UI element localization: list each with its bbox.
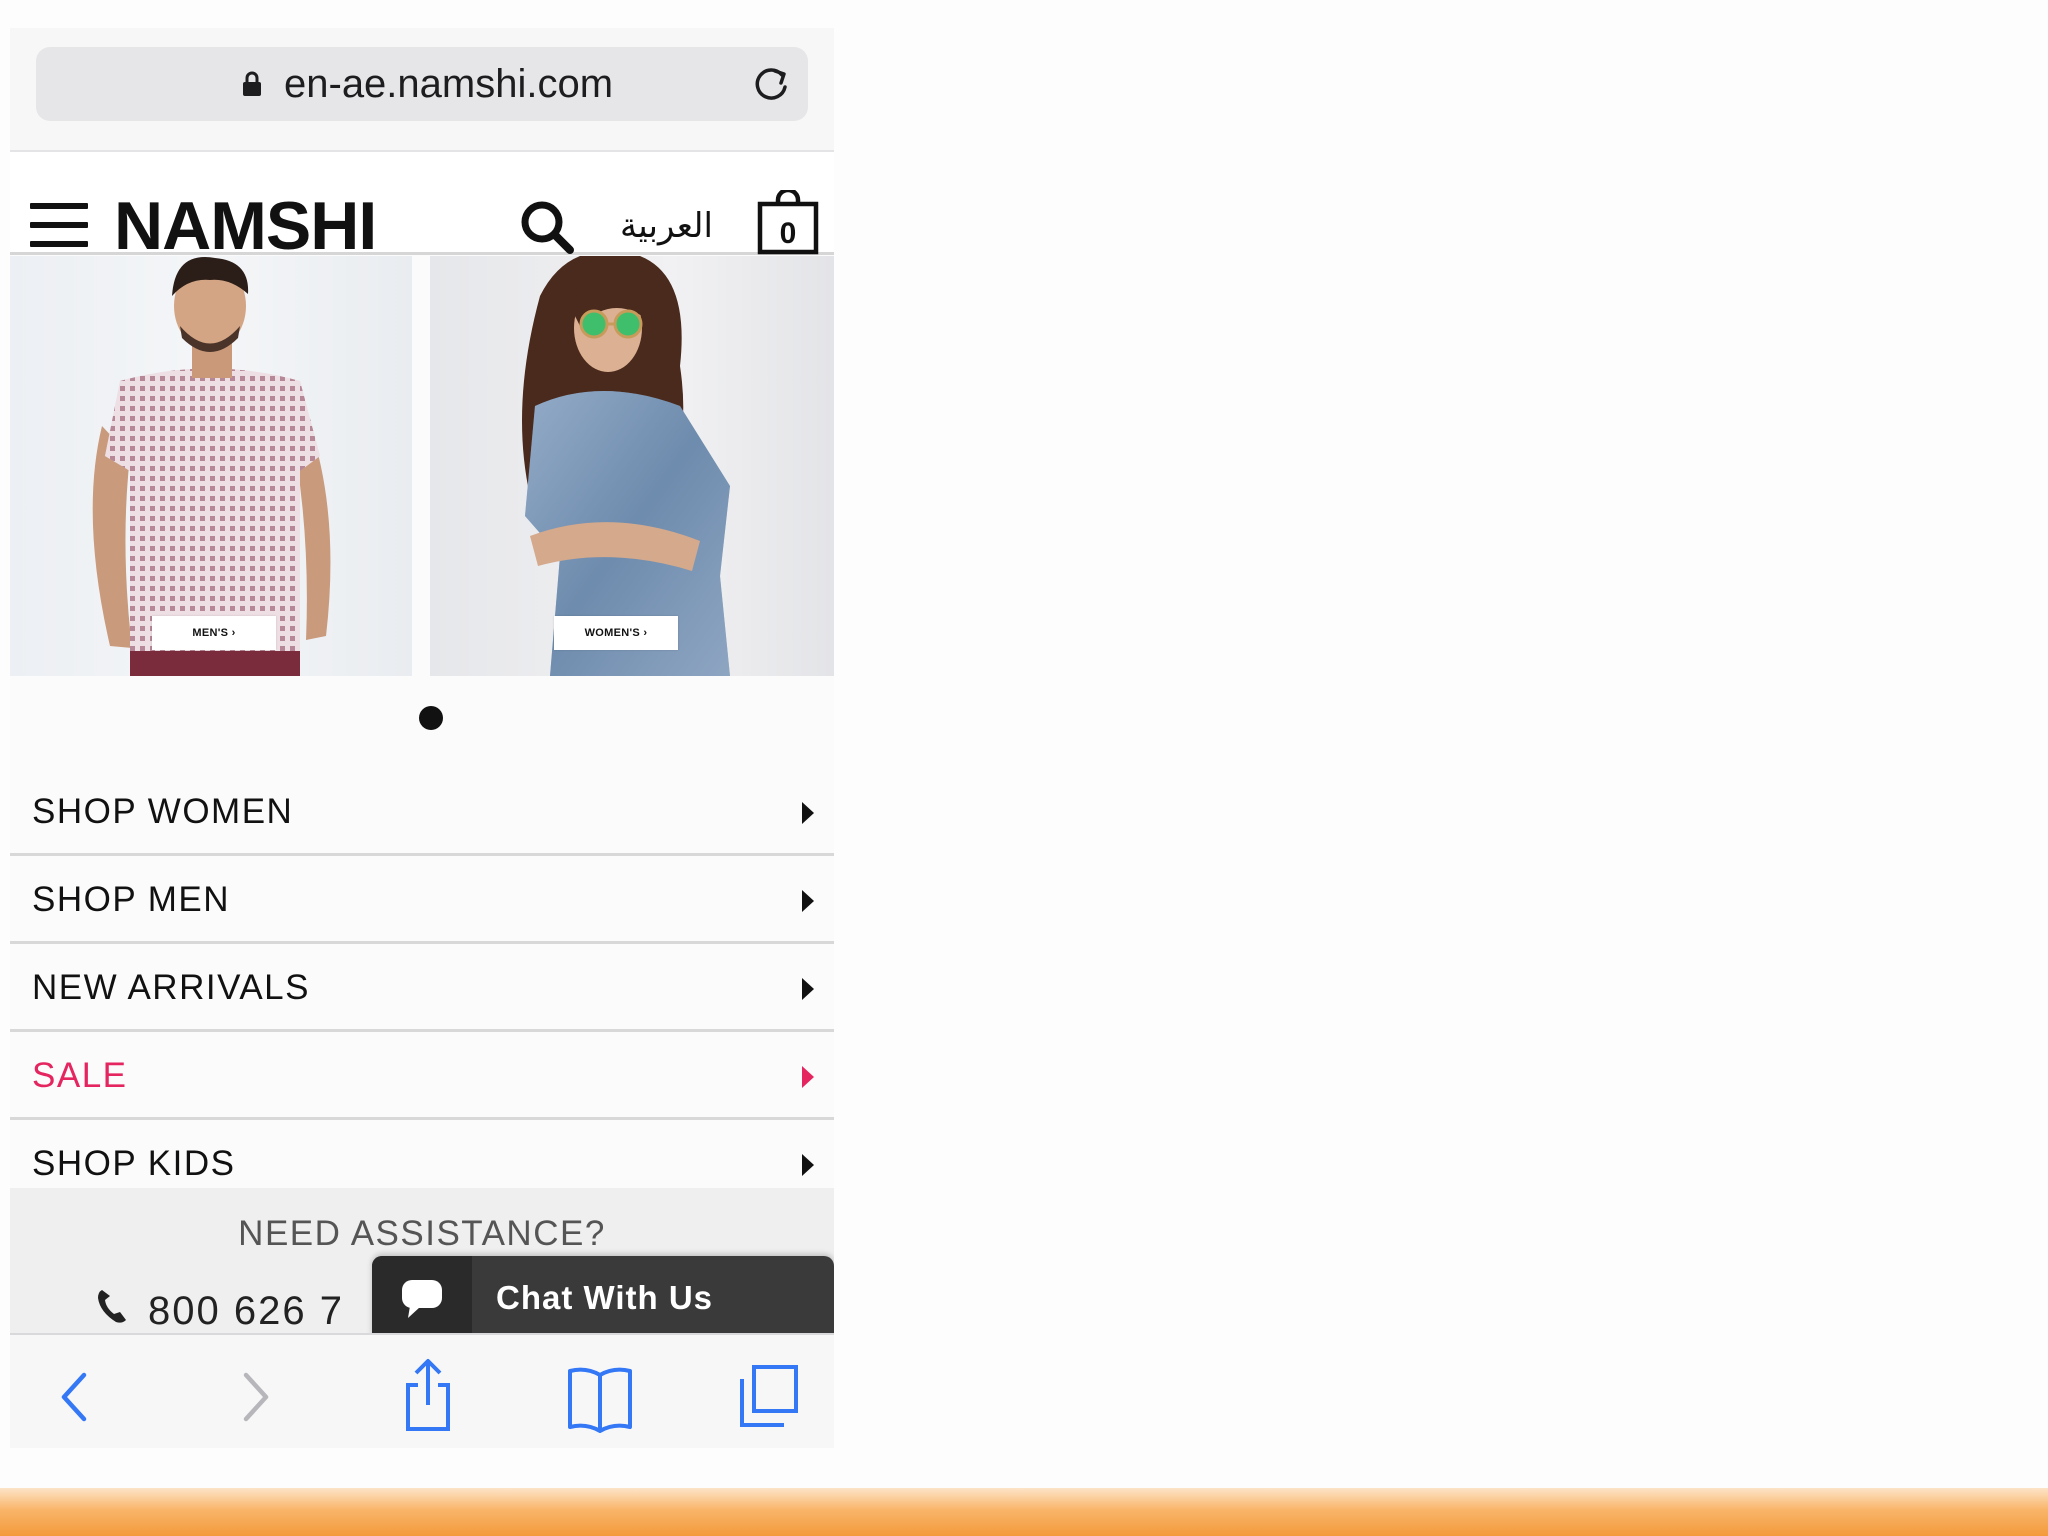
womens-shop-button[interactable]: WOMEN'S › <box>554 616 678 650</box>
lock-icon <box>243 71 261 96</box>
menu-item-shop-men[interactable]: SHOP MEN <box>10 856 834 944</box>
mens-banner[interactable]: MEN'S › <box>10 256 412 676</box>
chat-label: Chat With Us <box>496 1279 714 1316</box>
chat-widget-button[interactable]: Chat With Us <box>372 1256 834 1340</box>
forward-icon[interactable] <box>230 1355 280 1435</box>
womens-model-image <box>522 256 730 676</box>
search-icon[interactable] <box>518 198 578 258</box>
mens-shop-button[interactable]: MEN'S › <box>152 616 276 650</box>
share-icon[interactable] <box>398 1355 458 1435</box>
womens-banner[interactable]: WOMEN'S › <box>430 256 834 676</box>
menu-item-label: NEW ARRIVALS <box>32 968 310 1007</box>
caret-right-icon <box>802 802 814 824</box>
mens-model-image <box>92 257 331 676</box>
namshi-logo[interactable]: NAMSHI <box>114 188 377 264</box>
category-menu: SHOP WOMEN SHOP MEN NEW ARRIVALS SALE SH… <box>10 768 834 1208</box>
caret-right-icon <box>802 1066 814 1088</box>
reload-icon[interactable] <box>750 63 792 105</box>
caret-right-icon <box>802 890 814 912</box>
site-header: NAMSHI العربية 0 <box>10 152 834 264</box>
menu-item-label: SALE <box>32 1056 128 1095</box>
menu-item-label: SHOP KIDS <box>32 1144 236 1183</box>
menu-item-label: SHOP WOMEN <box>32 792 294 831</box>
carousel-dots <box>10 702 834 732</box>
carousel-dot-active[interactable] <box>419 706 443 730</box>
phone-number-link[interactable]: 800 626 7 <box>148 1286 344 1336</box>
language-switch-link[interactable]: العربية <box>620 204 713 248</box>
chat-icon-box <box>372 1256 472 1340</box>
menu-item-shop-women[interactable]: SHOP WOMEN <box>10 768 834 856</box>
browser-toolbar <box>10 1333 834 1448</box>
menu-item-new-arrivals[interactable]: NEW ARRIVALS <box>10 944 834 1032</box>
chat-bubble-icon <box>402 1280 442 1318</box>
address-bar[interactable]: en-ae.namshi.com <box>36 47 808 121</box>
caret-right-icon <box>802 1154 814 1176</box>
back-icon[interactable] <box>50 1355 100 1435</box>
tabs-icon[interactable] <box>736 1355 802 1435</box>
bookmarks-icon[interactable] <box>564 1355 636 1435</box>
hero-banners: MEN'S › WOMEN'S › <box>10 256 834 676</box>
menu-item-label: SHOP MEN <box>32 880 231 919</box>
bottom-accent-bar <box>0 1488 2048 1536</box>
browser-address-area: en-ae.namshi.com <box>10 28 834 152</box>
hamburger-menu-icon[interactable] <box>30 203 88 253</box>
phone-icon <box>98 1290 126 1323</box>
bag-count: 0 <box>779 217 797 250</box>
menu-item-sale[interactable]: SALE <box>10 1032 834 1120</box>
phone-screen: en-ae.namshi.com NAMSHI العربية 0 MEN'S … <box>10 28 834 1448</box>
caret-right-icon <box>802 978 814 1000</box>
assistance-title: NEED ASSISTANCE? <box>238 1214 606 1253</box>
url-text: en-ae.namshi.com <box>284 62 614 106</box>
